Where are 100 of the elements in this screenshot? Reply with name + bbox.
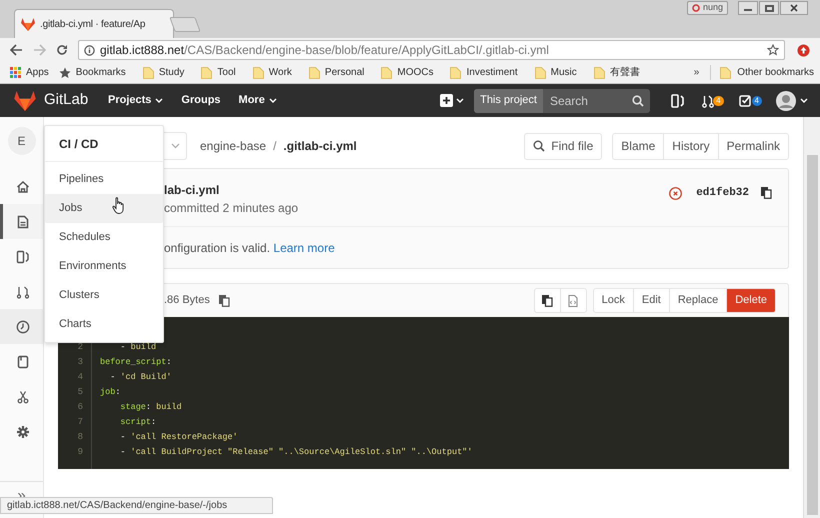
- fox-logo-icon: [21, 18, 35, 30]
- commit-sha[interactable]: ed1feb32: [696, 185, 749, 202]
- caret-icon: [800, 98, 808, 104]
- code-line: - 'call BuildProject "Release" "..\Source\AgileSlot.sln" "..\Output"': [119, 446, 472, 459]
- line-number: 8: [78, 431, 83, 444]
- line-number: 9: [78, 446, 83, 459]
- star-icon[interactable]: [767, 44, 779, 56]
- folder-icon: [450, 66, 462, 78]
- caret-icon: [268, 98, 277, 104]
- file-action-button[interactable]: Edit: [632, 289, 669, 312]
- home-icon: [16, 180, 30, 194]
- file-action-button[interactable]: Lock: [594, 289, 633, 312]
- search-icon: [632, 94, 644, 106]
- nav-menu-button[interactable]: Projects: [108, 92, 164, 109]
- bookmark-item[interactable]: MOOCs: [381, 65, 434, 80]
- menu-item[interactable]: Jobs: [45, 194, 163, 223]
- caret-icon: [155, 98, 164, 104]
- bookmark-item[interactable]: Investiment: [450, 65, 518, 80]
- code-line: script:: [119, 416, 158, 429]
- sidebar-item[interactable]: [0, 204, 43, 239]
- bookmark-item[interactable]: Tool: [201, 65, 236, 80]
- menu-item[interactable]: Schedules: [45, 223, 163, 252]
- code-line: job:: [100, 386, 122, 399]
- line-number: 2: [78, 341, 83, 354]
- status-failed-icon[interactable]: [669, 186, 682, 200]
- hand-cursor-icon: [112, 197, 126, 214]
- bookmark-item[interactable]: Other bookmarks: [710, 65, 814, 80]
- apps-grid-icon: [10, 67, 21, 78]
- search-input[interactable]: Search: [542, 92, 632, 110]
- folder-icon: [534, 66, 546, 78]
- menu-item[interactable]: Clusters: [45, 281, 163, 310]
- commit-title[interactable]: lab-ci.yml: [164, 183, 298, 197]
- new-menu-button[interactable]: [440, 94, 464, 107]
- nav-menu-button[interactable]: Groups: [181, 92, 221, 109]
- folder-icon: [201, 66, 212, 78]
- close-button[interactable]: [780, 1, 808, 15]
- bookmark-item[interactable]: Study: [142, 65, 184, 80]
- ci-notice-text: onfiguration is valid. Learn more: [164, 240, 335, 256]
- project-avatar[interactable]: E: [8, 127, 36, 155]
- profile-badge[interactable]: nung: [687, 1, 728, 15]
- bookmarks-overflow-button[interactable]: »: [694, 65, 700, 80]
- menu-title: CI / CD: [59, 136, 98, 152]
- minimize-icon: [744, 9, 752, 11]
- plus-icon: [440, 94, 454, 107]
- nav-menu-button[interactable]: More: [238, 92, 277, 109]
- folder-icon: [594, 66, 605, 78]
- file-size: .86 Bytes: [164, 293, 210, 308]
- scrollbar[interactable]: [803, 117, 820, 518]
- bookmark-item[interactable]: Personal: [308, 65, 364, 80]
- menu-item[interactable]: Charts: [45, 310, 163, 339]
- folder-icon: [142, 66, 154, 78]
- todo-icon[interactable]: [738, 94, 753, 107]
- avatar-icon: [776, 90, 796, 110]
- bookmark-item[interactable]: Apps: [10, 65, 49, 80]
- back-icon[interactable]: [10, 44, 23, 56]
- search-icon: [533, 140, 546, 152]
- count-badge: 4: [752, 96, 762, 106]
- user-menu-button[interactable]: [776, 90, 808, 110]
- code-line: - build: [119, 341, 158, 354]
- nav-group-button[interactable]: Permalink: [718, 134, 788, 158]
- book-icon: [16, 354, 30, 368]
- code-line: before_script:: [100, 356, 172, 369]
- caret-icon: [171, 143, 180, 149]
- learn-more-link[interactable]: Learn more: [273, 240, 335, 254]
- bookmark-item[interactable]: Music: [534, 65, 577, 80]
- extension-icon[interactable]: [797, 44, 810, 56]
- document-icon: [16, 214, 30, 228]
- bookmark-item[interactable]: Work: [252, 65, 292, 80]
- bookmark-item[interactable]: 有聲書: [594, 65, 640, 80]
- folder-icon: [252, 66, 264, 78]
- breadcrumb-link[interactable]: engine-base: [200, 137, 266, 155]
- search-scope[interactable]: This project: [474, 88, 543, 112]
- search-field[interactable]: This project Search: [474, 88, 650, 112]
- gitlab-logo-text[interactable]: GitLab: [44, 89, 88, 112]
- merge-request-icon[interactable]: [702, 94, 714, 108]
- star-icon: [58, 66, 71, 78]
- issues-board-icon[interactable]: [671, 94, 684, 108]
- copy-icon[interactable]: [761, 187, 772, 200]
- address-field[interactable]: gitlab.ict888.net/CAS/Backend/engine-base/blob/feature/ApplyGitLabCI/.gitlab-ci.yml: [78, 40, 785, 60]
- sidebar-item[interactable]: [0, 309, 43, 344]
- browser-tab[interactable]: .gitlab-ci.yml · feature/Ap: [14, 9, 174, 38]
- maximize-button[interactable]: [759, 1, 779, 15]
- find-file-button[interactable]: Find file: [524, 132, 602, 160]
- minimize-button[interactable]: [738, 1, 758, 15]
- profile-name: nung: [703, 1, 724, 14]
- menu-item[interactable]: Environments: [45, 252, 163, 281]
- bookmark-item[interactable]: Bookmarks: [58, 65, 126, 80]
- copy-icon[interactable]: [218, 294, 230, 306]
- line-number: 5: [78, 386, 83, 399]
- caret-icon: [456, 98, 464, 104]
- line-number: 4: [78, 371, 83, 384]
- maximize-icon: [764, 4, 774, 12]
- code-line: - 'call RestorePackage': [119, 431, 239, 444]
- delete-button[interactable]: Delete: [726, 289, 775, 312]
- reload-icon[interactable]: [56, 44, 68, 56]
- fox-logo-icon[interactable]: [14, 90, 36, 110]
- code-line: stage: build: [119, 401, 183, 414]
- menu-item[interactable]: Pipelines: [45, 165, 163, 194]
- breadcrumb-separator: /: [273, 138, 276, 155]
- merge-request-icon: [16, 284, 30, 298]
